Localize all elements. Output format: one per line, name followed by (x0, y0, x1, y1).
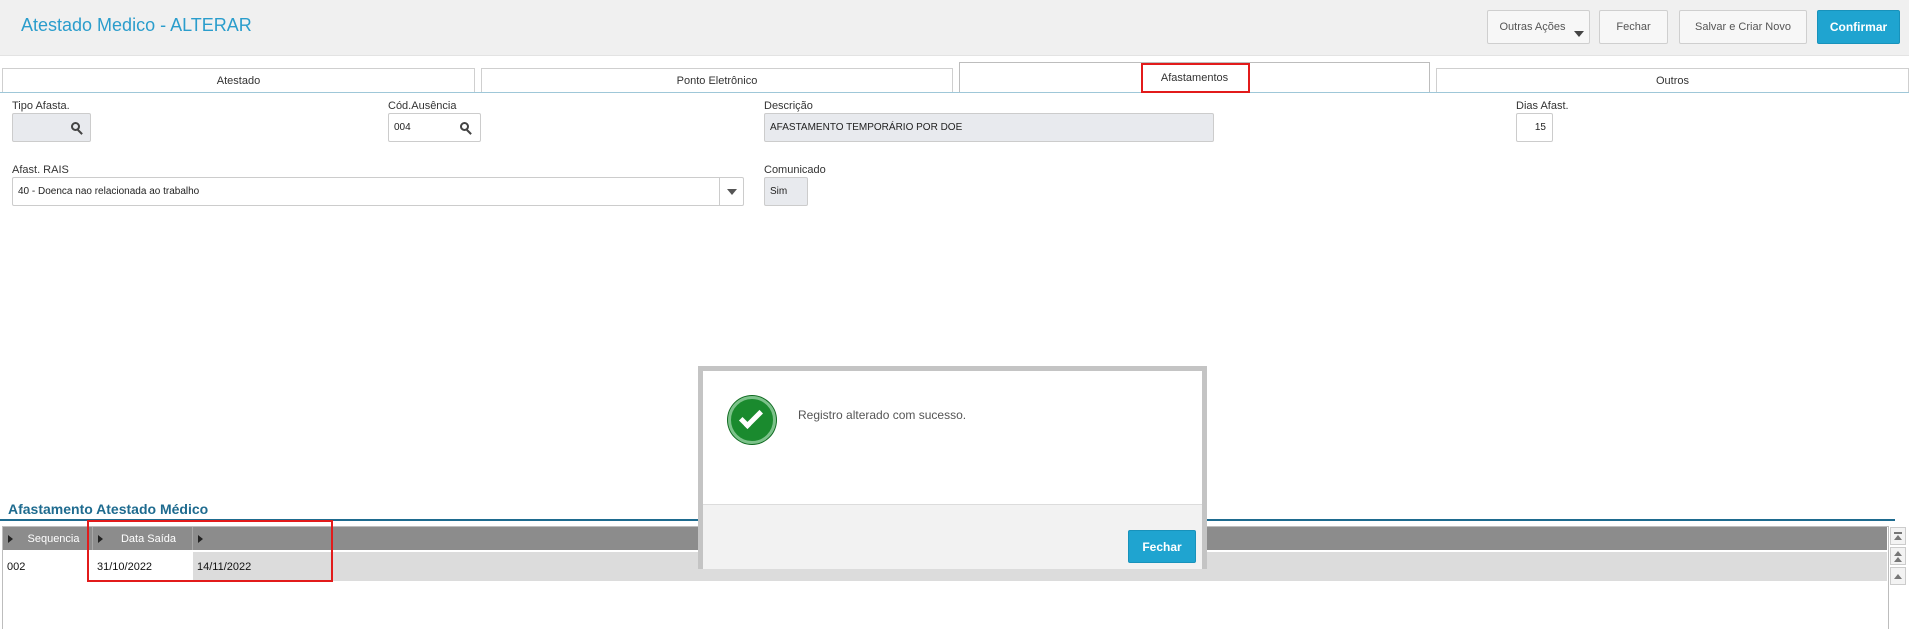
tipo-afasta-label: Tipo Afasta. (12, 100, 70, 112)
scroll-top-button[interactable] (1890, 527, 1906, 545)
comunicado-value: Sim (770, 186, 788, 197)
scroll-page-up-button[interactable] (1890, 547, 1906, 565)
tab-ponto-eletronico[interactable]: Ponto Eletrônico (481, 68, 953, 92)
dias-afast-field[interactable]: 15 (1516, 113, 1553, 142)
dialog-message: Registro alterado com sucesso. (798, 408, 967, 422)
dias-afast-label: Dias Afast. (1516, 100, 1569, 112)
descricao-value: AFASTAMENTO TEMPORÁRIO POR DOE (770, 122, 963, 133)
outras-acoes-label: Outras Ações (1499, 21, 1566, 33)
cod-ausencia-label: Cód.Ausência (388, 100, 457, 112)
dialog-fechar-button[interactable]: Fechar (1128, 530, 1196, 563)
afast-rais-value: 40 - Doenca nao relacionada ao trabalho (18, 186, 200, 197)
column-header-sequencia[interactable]: Sequencia (3, 527, 93, 550)
sort-arrow-icon (8, 535, 13, 543)
afast-rais-label: Afast. RAIS (12, 164, 69, 176)
tipo-afasta-field[interactable] (12, 113, 91, 142)
search-icon[interactable] (71, 122, 83, 135)
column-header-label: Sequencia (27, 532, 80, 545)
afast-rais-select[interactable]: 40 - Doenca nao relacionada ao trabalho (12, 177, 744, 206)
dropdown-arrow-container[interactable] (719, 178, 743, 205)
chevron-down-icon (726, 188, 737, 195)
salvar-criar-novo-button[interactable]: Salvar e Criar Novo (1679, 10, 1807, 44)
scroll-top-icon (1894, 535, 1902, 540)
cod-ausencia-value: 004 (394, 122, 411, 133)
tabs-divider (0, 92, 1909, 93)
page-title: Atestado Medico - ALTERAR (21, 15, 252, 35)
cod-ausencia-field[interactable]: 004 (388, 113, 481, 142)
dias-afast-value: 15 (1534, 122, 1546, 133)
highlight-date-columns (87, 520, 333, 582)
chevron-up-icon (1894, 573, 1902, 579)
chevron-down-icon (1574, 31, 1584, 37)
comunicado-label: Comunicado (764, 164, 826, 176)
cell-sequencia[interactable]: 002 (3, 552, 93, 581)
descricao-field: AFASTAMENTO TEMPORÁRIO POR DOE (764, 113, 1214, 142)
search-icon[interactable] (460, 122, 472, 135)
descricao-label: Descrição (764, 100, 813, 112)
success-dialog: Registro alterado com sucesso. Fechar (698, 366, 1207, 569)
grid-section-title: Afastamento Atestado Médico (8, 501, 209, 517)
page-up-icon (1894, 550, 1902, 556)
tab-atestado[interactable]: Atestado (2, 68, 475, 92)
comunicado-field[interactable]: Sim (764, 177, 808, 206)
highlight-afastamentos-tab (1141, 63, 1250, 93)
scroll-up-button[interactable] (1890, 567, 1906, 585)
outras-acoes-button[interactable]: Outras Ações (1487, 10, 1590, 44)
check-circle-icon (728, 396, 776, 444)
tab-outros[interactable]: Outros (1436, 68, 1909, 92)
fechar-button[interactable]: Fechar (1599, 10, 1668, 44)
dialog-footer: Fechar (703, 504, 1202, 569)
confirmar-button[interactable]: Confirmar (1817, 10, 1900, 44)
header-bar: Atestado Medico - ALTERAR Outras Ações F… (0, 0, 1909, 56)
